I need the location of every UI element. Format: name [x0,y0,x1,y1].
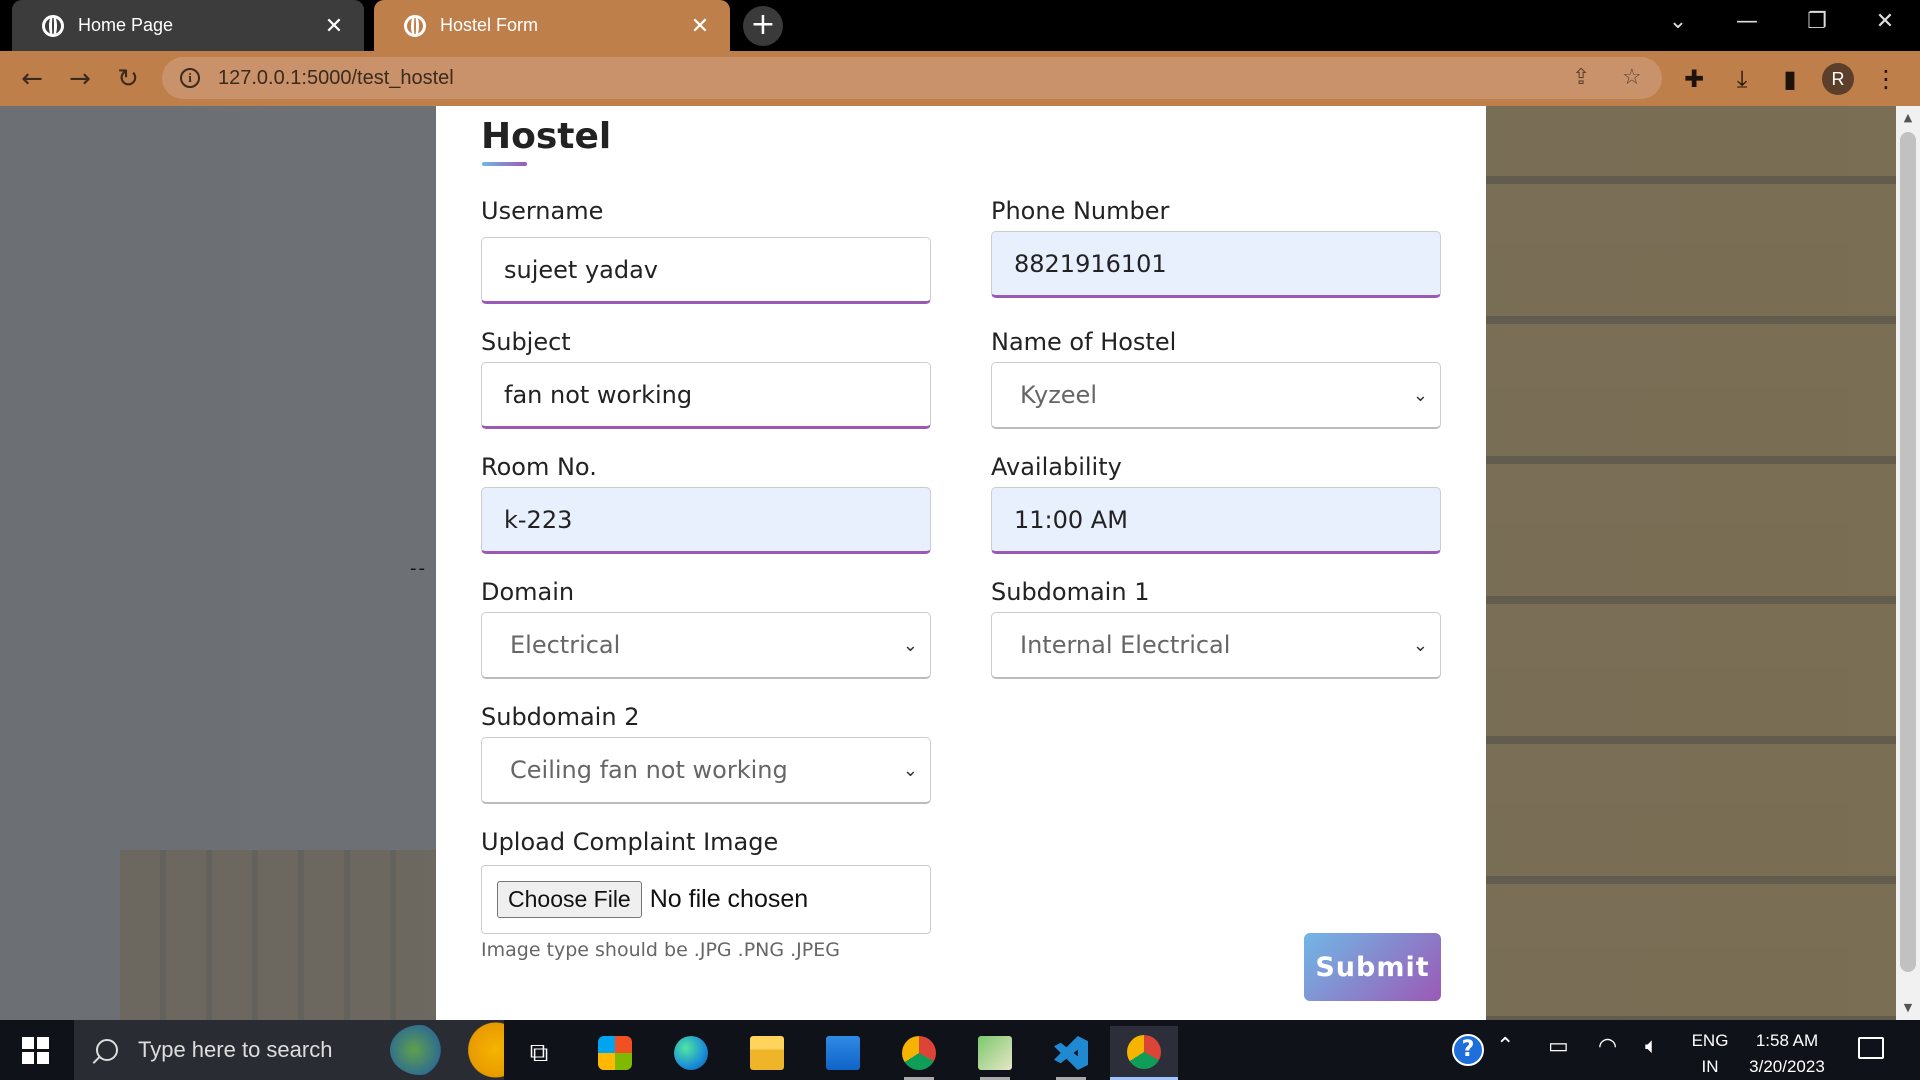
domain-label: Domain [481,578,575,606]
subject-label: Subject [481,328,571,356]
notification-icon[interactable] [1858,1037,1884,1059]
subdomain1-value: Internal Electrical [1020,631,1231,659]
new-tab-button[interactable]: + [743,6,783,46]
file-upload-input[interactable]: Choose File No file chosen [481,865,931,934]
domain-value: Electrical [510,631,621,659]
tab-close-icon[interactable]: ✕ [688,13,712,39]
restore-icon[interactable]: ❐ [1782,0,1852,43]
chevron-down-icon: ⌄ [1412,385,1428,406]
forward-arrow-icon[interactable]: → [60,59,100,99]
search-highlight-globe-icon[interactable] [390,1025,450,1075]
username-input[interactable]: sujeet yadav [481,237,931,304]
search-placeholder: Type here to search [138,1037,333,1062]
share-icon[interactable]: ⇪ [1572,65,1590,90]
page-scrollbar[interactable]: ▲ ▼ [1896,106,1920,1020]
vscode-icon[interactable] [1040,1026,1102,1080]
chevron-up-icon[interactable]: ⌃ [1496,1034,1514,1059]
scroll-up-arrow-icon[interactable]: ▲ [1896,108,1920,128]
tab-home-page[interactable]: Home Page ✕ [12,0,364,51]
scroll-down-arrow-icon[interactable]: ▼ [1896,998,1920,1018]
chrome-icon[interactable] [888,1026,950,1080]
tab-hostel-form[interactable]: Hostel Form ✕ [374,0,730,51]
url-text[interactable]: 127.0.0.1:5000/test_hostel [218,67,454,90]
subdomain1-select[interactable]: Internal Electrical ⌄ [991,612,1441,679]
bookmark-star-icon[interactable]: ☆ [1622,65,1642,90]
chevron-down-icon: ⌄ [1412,635,1428,656]
title-underline [482,162,527,166]
domain-select[interactable]: Electrical ⌄ [481,612,931,679]
availability-label: Availability [991,453,1122,481]
address-bar[interactable]: i 127.0.0.1:5000/test_hostel ⇪ ☆ [162,57,1662,99]
microsoft-store-icon[interactable] [584,1026,646,1080]
search-icon [96,1039,118,1061]
dash-mark: -- [410,558,427,579]
clock-date: 3/20/2023 [1749,1057,1825,1076]
phone-number-input[interactable]: 8821916101 [991,231,1441,298]
menu-kebab-icon[interactable]: ⋮ [1870,63,1902,95]
subdomain2-select[interactable]: Ceiling fan not working ⌄ [481,737,931,804]
mail-icon[interactable] [812,1026,874,1080]
tab-title: Hostel Form [440,15,539,35]
back-arrow-icon[interactable]: ← [12,59,52,99]
tab-close-icon[interactable]: ✕ [322,13,346,39]
browser-toolbar: ← → ↻ i 127.0.0.1:5000/test_hostel ⇪ ☆ ✚… [0,51,1920,106]
background-building-image [1476,106,1896,1020]
side-panel-icon[interactable]: ▮ [1774,63,1806,95]
hostel-form-card: Hostel Username sujeet yadav Phone Numbe… [436,106,1486,1020]
profile-avatar[interactable]: R [1822,63,1854,95]
system-clock[interactable]: 1:58 AM 3/20/2023 [1742,1028,1832,1080]
tab-search-icon[interactable]: ⌄ [1643,0,1713,43]
volume-icon[interactable]: 🔈︎ [1645,1034,1658,1059]
minimize-icon[interactable]: — [1712,0,1782,43]
reload-icon[interactable]: ↻ [108,59,148,99]
hostel-name-select[interactable]: Kyzeel ⌄ [991,362,1441,429]
subdomain2-value: Ceiling fan not working [510,756,788,784]
chevron-down-icon: ⌄ [902,760,918,781]
scroll-thumb[interactable] [1900,132,1916,972]
upload-hint-text: Image type should be .JPG .PNG .JPEG [481,939,840,961]
page-viewport: -- Hostel Username sujeet yadav Phone Nu… [0,106,1896,1020]
globe-icon [42,14,64,37]
phone-number-label: Phone Number [991,197,1170,225]
search-highlight-sun-icon [462,1020,504,1080]
region-code: IN [1701,1057,1719,1076]
language-indicator[interactable]: ENG IN [1690,1028,1730,1080]
windows-taskbar: Type here to search ⧉ ⌃ ▭ ◠ 🔈︎ [0,1020,1920,1080]
hostel-name-value: Kyzeel [1020,381,1097,409]
file-status-text: No file chosen [649,885,809,913]
language-code: ENG [1691,1031,1729,1050]
download-icon[interactable]: ⤓ [1726,63,1758,95]
clock-time: 1:58 AM [1755,1031,1819,1050]
availability-input[interactable]: 11:00 AM [991,487,1441,554]
choose-file-button[interactable]: Choose File [497,881,642,918]
site-info-icon[interactable]: i [180,68,200,88]
help-icon[interactable]: ? [1452,1034,1484,1066]
chrome-profile-icon[interactable] [1110,1026,1178,1080]
globe-icon [404,14,426,37]
room-no-label: Room No. [481,453,597,481]
username-label: Username [481,197,604,225]
windows-start-icon[interactable] [10,1030,60,1070]
room-no-input[interactable]: k-223 [481,487,931,554]
subdomain1-label: Subdomain 1 [991,578,1150,606]
task-view-icon[interactable]: ⧉ [508,1026,570,1080]
browser-tab-bar: Home Page ✕ Hostel Form ✕ + ⌄ — ❐ ✕ [0,0,1920,51]
extensions-icon[interactable]: ✚ [1678,63,1710,95]
hostel-name-label: Name of Hostel [991,328,1177,356]
page-title: Hostel [481,116,612,157]
close-window-icon[interactable]: ✕ [1850,0,1920,43]
chevron-down-icon: ⌄ [902,635,918,656]
edge-icon[interactable] [660,1026,722,1080]
wifi-icon[interactable]: ◠ [1598,1034,1617,1059]
submit-button[interactable]: Submit [1304,933,1441,1001]
battery-icon[interactable]: ▭ [1548,1034,1569,1059]
background-building-image [120,850,440,1020]
subject-input[interactable]: fan not working [481,362,931,429]
image-viewer-icon[interactable] [964,1026,1026,1080]
file-explorer-icon[interactable] [736,1026,798,1080]
upload-label: Upload Complaint Image [481,828,779,856]
subdomain2-label: Subdomain 2 [481,703,640,731]
tab-title: Home Page [78,15,174,35]
